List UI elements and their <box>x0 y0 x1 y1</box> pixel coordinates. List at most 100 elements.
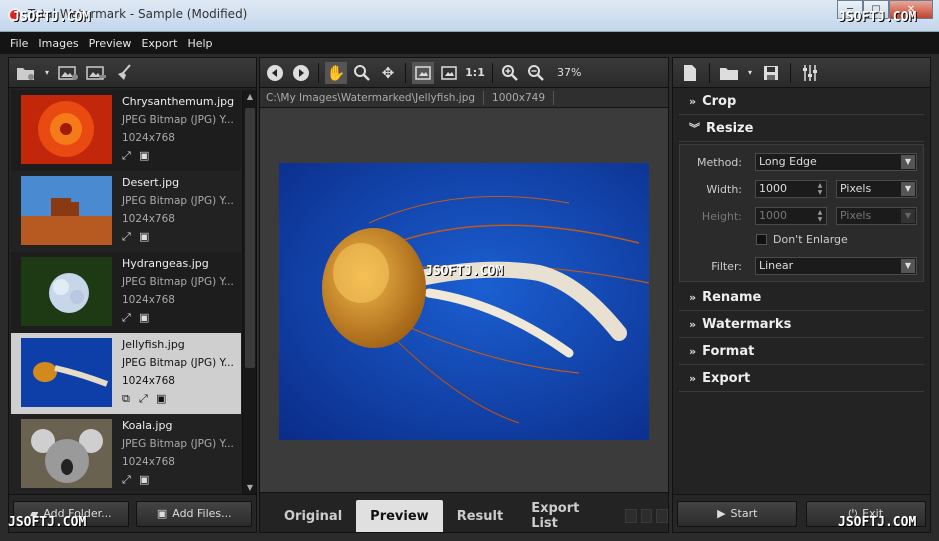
watermark-text-bottom-left: JSOFTJ.COM <box>8 515 87 530</box>
add-files-button[interactable]: ▣ Add Files... <box>136 500 253 527</box>
previous-icon[interactable] <box>264 62 286 84</box>
section-resize[interactable]: ︾ Resize <box>679 115 924 142</box>
remove-image-icon[interactable] <box>85 62 107 84</box>
file-list-scrollbar[interactable]: ▲ ▼ <box>242 90 256 495</box>
resize-icon: ⤢ <box>122 149 131 162</box>
file-name: Koala.jpg <box>122 419 173 432</box>
file-type: JPEG Bitmap (JPG) Y... <box>122 276 234 288</box>
settings-toolbar: ▾ <box>673 58 930 88</box>
list-item[interactable]: Koala.jpg JPEG Bitmap (JPG) Y... 1024x76… <box>11 414 241 495</box>
width-unit-select[interactable]: Pixels ▼ <box>836 180 917 198</box>
settings-panel: ▾ » Crop ︾ Resize Method: Long Edge ▼ Wi… <box>672 57 931 533</box>
section-rename[interactable]: » Rename <box>679 284 924 311</box>
menu-preview[interactable]: Preview <box>89 37 132 50</box>
scroll-down-icon[interactable]: ▼ <box>243 481 257 495</box>
toolbar-separator <box>790 62 791 83</box>
height-value: 1000 <box>759 209 787 222</box>
section-crop[interactable]: » Crop <box>679 88 924 115</box>
width-label: Width: <box>706 183 742 196</box>
tab-result[interactable]: Result <box>443 500 518 532</box>
zoom-out-icon[interactable] <box>525 62 547 84</box>
list-item[interactable]: Hydrangeas.jpg JPEG Bitmap (JPG) Y... 10… <box>11 252 241 333</box>
resize-icon: ⤢ <box>122 473 131 486</box>
thumbnail-jellyfish <box>21 338 112 407</box>
spinner-icon[interactable]: ▲ ▼ <box>815 209 825 223</box>
layout-toggle-2[interactable] <box>640 509 653 523</box>
zoom-in-icon[interactable] <box>499 62 521 84</box>
layout-toggle-1[interactable] <box>625 509 637 523</box>
file-toolbar: ▾ <box>9 58 256 88</box>
fit-image-icon[interactable] <box>438 62 460 84</box>
scroll-thumb[interactable] <box>245 108 255 368</box>
new-document-icon[interactable] <box>679 62 701 84</box>
chevron-down-icon[interactable]: ▾ <box>746 62 754 84</box>
list-item[interactable]: Chrysanthemum.jpg JPEG Bitmap (JPG) Y...… <box>11 90 241 171</box>
path-separator <box>483 90 485 105</box>
menu-help[interactable]: Help <box>187 37 212 50</box>
section-format[interactable]: » Format <box>679 338 924 365</box>
spinner-icon[interactable]: ▲ ▼ <box>815 182 825 196</box>
height-unit-select[interactable]: Pixels ▼ <box>836 207 917 225</box>
menu-images[interactable]: Images <box>38 37 78 50</box>
thumbnail-desert <box>21 176 112 245</box>
thumbnail-koala <box>21 419 112 488</box>
tab-preview[interactable]: Preview <box>356 500 443 532</box>
open-folder-icon[interactable] <box>15 62 37 84</box>
chevron-down-icon[interactable]: ▾ <box>43 62 51 84</box>
list-item-selected[interactable]: Jellyfish.jpg JPEG Bitmap (JPG) Y... 102… <box>11 333 241 414</box>
chevron-right-icon: » <box>689 317 697 331</box>
toolbar-separator <box>405 62 406 83</box>
toolbar-separator <box>318 62 319 83</box>
crop-icon: ⧉ <box>122 392 130 405</box>
image-size: 1000x749 <box>492 91 546 104</box>
menu-bar: File Images Preview Export Help <box>0 32 939 54</box>
open-folder-icon[interactable] <box>718 62 740 84</box>
dont-enlarge-checkbox[interactable] <box>756 234 767 245</box>
file-name: Jellyfish.jpg <box>122 338 185 351</box>
preview-canvas[interactable]: JSOFTJ.COM <box>260 110 668 493</box>
width-input[interactable]: 1000 ▲ ▼ <box>755 180 827 198</box>
chevron-right-icon: » <box>689 94 697 108</box>
file-name: Desert.jpg <box>122 176 180 189</box>
save-icon[interactable] <box>760 62 782 84</box>
height-unit-value: Pixels <box>840 209 872 222</box>
method-select[interactable]: Long Edge ▼ <box>755 153 917 171</box>
section-watermarks[interactable]: » Watermarks <box>679 311 924 338</box>
section-export[interactable]: » Export <box>679 365 924 392</box>
file-type: JPEG Bitmap (JPG) Y... <box>122 357 234 369</box>
settings-sliders-icon[interactable] <box>799 62 821 84</box>
list-item[interactable]: Desert.jpg JPEG Bitmap (JPG) Y... 1024x7… <box>11 171 241 252</box>
menu-file[interactable]: File <box>10 37 28 50</box>
resize-icon: ⤢ <box>139 392 148 405</box>
preview-toolbar: ✋ ✥ 1:1 37% <box>260 58 668 88</box>
layout-toggle-3[interactable] <box>656 509 668 523</box>
next-icon[interactable] <box>290 62 312 84</box>
chevron-down-icon: ︾ <box>689 122 700 135</box>
filter-label: Filter: <box>711 260 742 273</box>
section-format-label: Format <box>702 343 755 359</box>
image-icon: ▣ <box>156 507 168 520</box>
file-dimensions: 1024x768 <box>122 213 175 225</box>
hand-tool-icon[interactable]: ✋ <box>325 61 347 84</box>
start-button[interactable]: ▶ Start <box>677 500 798 527</box>
file-list[interactable]: Chrysanthemum.jpg JPEG Bitmap (JPG) Y...… <box>11 90 241 495</box>
actual-size-button[interactable]: 1:1 <box>464 62 486 84</box>
tab-export-list[interactable]: Export List <box>517 500 609 532</box>
thumbnail-hydrangeas <box>21 257 112 326</box>
height-input[interactable]: 1000 ▲ ▼ <box>755 207 827 225</box>
menu-export[interactable]: Export <box>141 37 177 50</box>
fit-window-icon[interactable] <box>412 61 434 84</box>
watermark-icon: ▣ <box>139 311 150 324</box>
tab-original[interactable]: Original <box>270 500 356 532</box>
clear-broom-icon[interactable] <box>113 62 135 84</box>
path-bar: C:\My Images\Watermarked\Jellyfish.jpg 1… <box>260 88 668 108</box>
file-dimensions: 1024x768 <box>122 294 175 306</box>
file-type: JPEG Bitmap (JPG) Y... <box>122 438 234 450</box>
watermark-icon: ▣ <box>139 230 150 243</box>
add-image-icon[interactable] <box>57 62 79 84</box>
filter-select[interactable]: Linear ▼ <box>755 257 917 275</box>
method-value: Long Edge <box>759 155 817 168</box>
move-tool-icon[interactable]: ✥ <box>377 62 399 84</box>
zoom-tool-icon[interactable] <box>351 62 373 84</box>
scroll-up-icon[interactable]: ▲ <box>243 90 257 104</box>
